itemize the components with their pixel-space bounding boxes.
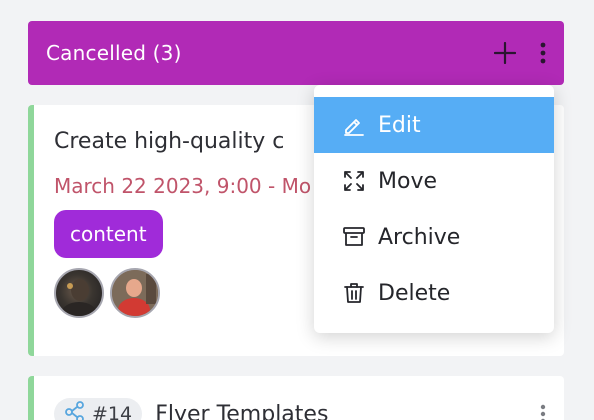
column-header: Cancelled (3) [28, 21, 564, 85]
plus-icon[interactable] [494, 42, 516, 64]
card-title: Flyer Templates [155, 401, 329, 420]
share-icon [64, 400, 86, 420]
card-date: March 22 2023, 9:00 - Mo [54, 174, 312, 198]
card-title: Create high-quality c [54, 129, 285, 154]
avatar[interactable] [110, 268, 160, 318]
ticket-badge: #14 [54, 398, 143, 420]
trash-icon [342, 281, 366, 305]
menu-item-archive[interactable]: Archive [314, 209, 554, 265]
menu-item-move[interactable]: Move [314, 153, 554, 209]
move-arrows-icon [342, 169, 366, 193]
context-menu: Edit Move Archive Delete [314, 85, 554, 333]
archive-box-icon [342, 225, 366, 249]
menu-item-label: Delete [378, 280, 451, 306]
vertical-dots-icon[interactable] [540, 404, 546, 420]
tag-badge[interactable]: content [54, 210, 163, 258]
pencil-icon [342, 113, 366, 137]
ticket-number: #14 [92, 403, 133, 420]
menu-item-label: Move [378, 168, 437, 194]
menu-item-edit[interactable]: Edit [314, 97, 554, 153]
task-card[interactable]: #14 Flyer Templates [28, 376, 564, 420]
vertical-dots-icon[interactable] [540, 42, 546, 64]
avatar[interactable] [54, 268, 104, 318]
menu-item-label: Edit [378, 112, 421, 138]
column-actions [494, 42, 546, 64]
column-title: Cancelled (3) [46, 41, 182, 65]
menu-item-delete[interactable]: Delete [314, 265, 554, 321]
menu-item-label: Archive [378, 224, 461, 250]
